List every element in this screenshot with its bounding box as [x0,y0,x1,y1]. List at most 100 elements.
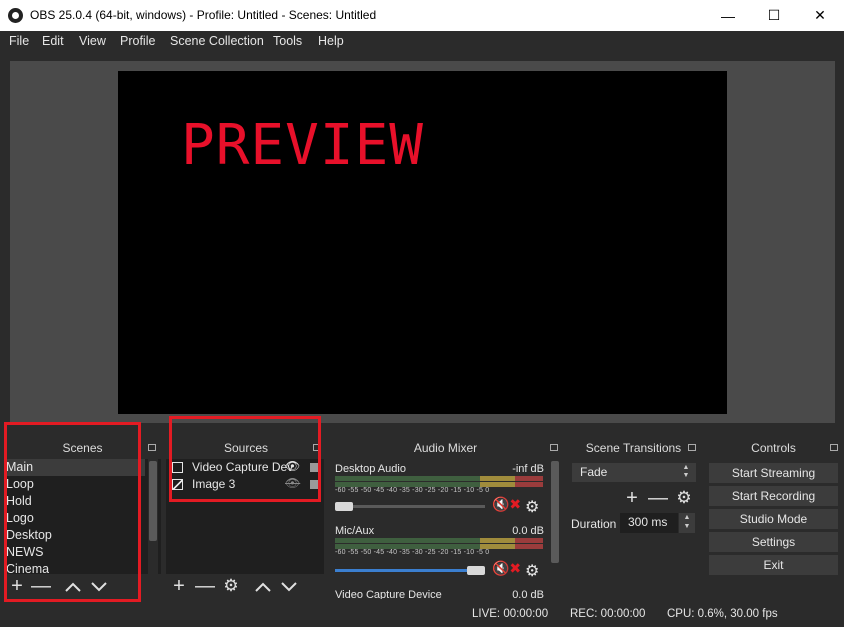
audio-mixer-dock-label: Audio Mixer [413,441,478,455]
scene-item[interactable]: Main [5,459,145,476]
add-transition-button[interactable]: + [621,486,643,510]
sources-list[interactable]: Video Capture Dev 👁 Image 3 👁 [166,459,324,574]
menu-bar: File Edit View Profile Scene Collection … [0,31,844,52]
mixer-channel-db: 0.0 dB [512,525,544,537]
move-source-down-button[interactable] [278,574,300,598]
scene-item[interactable]: NEWS [6,544,44,561]
cpu-fps-status: CPU: 0.6%, 30.00 fps [667,608,778,620]
scenes-scrollbar[interactable] [148,459,158,574]
camera-icon [172,462,183,473]
move-scene-down-button[interactable] [88,574,110,598]
transitions-dock-label: Scene Transitions [585,441,682,455]
transition-properties-gear-icon[interactable]: ⚙ [673,486,695,510]
lock-icon[interactable] [310,463,318,472]
source-label: Image 3 [192,477,236,491]
exit-button[interactable]: Exit [709,555,838,575]
move-source-up-button[interactable] [252,574,274,598]
scenes-scroll-thumb[interactable] [149,461,157,541]
meter-ticks: -60 -55 -50 -45 -40 -35 -30 -25 -20 -15 … [335,487,490,494]
scene-item[interactable]: Hold [6,493,32,510]
sources-dock-title: Sources [167,438,325,458]
mixer-gear-icon[interactable]: ⚙ [525,561,539,581]
audio-mixer-panel: Desktop Audio -inf dB -60 -55 -50 -45 -4… [329,459,562,599]
muted-speaker-icon[interactable]: 🔇✖ [492,496,521,513]
menu-view[interactable]: View [79,34,106,48]
menu-scene-collection[interactable]: Scene Collection [170,34,264,48]
lock-icon[interactable] [310,480,318,489]
source-properties-gear-icon[interactable]: ⚙ [220,574,242,598]
scenes-dock-label: Scenes [62,441,103,455]
duration-input[interactable]: 300 ms [620,513,678,533]
duration-label: Duration [571,517,617,531]
sources-dock-label: Sources [223,441,269,455]
add-source-button[interactable]: + [168,574,190,598]
scene-item[interactable]: Loop [6,476,34,493]
transition-select-value: Fade [580,465,608,479]
mixer-channel-db: 0.0 dB [512,589,544,599]
obs-logo-icon [8,8,23,23]
mixer-channel-name: Video Capture Device [335,589,442,599]
live-timer: LIVE: 00:00:00 [472,608,549,620]
menu-help[interactable]: Help [318,34,344,48]
menu-tools[interactable]: Tools [273,34,302,48]
volume-slider[interactable] [335,505,485,508]
dock-float-icon[interactable] [550,444,558,451]
mixer-channel-name: Desktop Audio [335,463,406,475]
dock-float-icon[interactable] [688,444,696,451]
add-scene-button[interactable]: + [6,574,28,598]
volume-slider[interactable] [335,569,485,572]
dock-float-icon[interactable] [830,444,838,451]
source-label: Video Capture Dev [192,460,294,474]
menu-profile[interactable]: Profile [120,34,155,48]
transition-dropdown-arrows[interactable]: ▲ ▼ [678,464,694,481]
minimize-button[interactable]: — [705,0,751,31]
duration-value: 300 ms [628,515,668,529]
controls-dock-title: Controls [705,438,842,458]
mixer-scroll-thumb[interactable] [551,461,559,563]
scenes-toolbar: + — [5,574,161,598]
mixer-channel-db: -inf dB [512,463,544,475]
meter-ticks: -60 -55 -50 -45 -40 -35 -30 -25 -20 -15 … [335,549,490,556]
volume-slider-handle[interactable] [467,566,485,575]
controls-dock-label: Controls [751,441,796,455]
scene-item[interactable]: Cinema [6,561,49,574]
title-bar: OBS 25.0.4 (64-bit, windows) - Profile: … [0,0,844,31]
rec-timer: REC: 00:00:00 [570,608,646,620]
remove-source-button[interactable]: — [194,574,216,598]
dock-float-icon[interactable] [148,444,156,451]
remove-scene-button[interactable]: — [30,574,52,598]
mixer-scrollbar[interactable] [550,459,560,599]
dock-float-icon[interactable] [313,444,321,451]
sources-toolbar: + — ⚙ [166,574,324,598]
visibility-eye-icon[interactable]: 👁 [285,459,300,473]
move-scene-up-button[interactable] [62,574,84,598]
window-title: OBS 25.0.4 (64-bit, windows) - Profile: … [30,8,377,22]
maximize-button[interactable]: ☐ [751,0,797,31]
preview-canvas[interactable]: PREVIEW [118,71,727,414]
volume-slider-handle[interactable] [335,502,353,511]
close-button[interactable]: ✕ [797,0,843,31]
menu-edit[interactable]: Edit [42,34,64,48]
preview-text: PREVIEW [181,113,425,178]
transitions-dock-title: Scene Transitions [567,438,700,458]
preview-area[interactable]: PREVIEW [10,61,835,423]
audio-mixer-dock-title: Audio Mixer [329,438,562,458]
scenes-dock-title: Scenes [5,438,160,458]
studio-mode-button[interactable]: Studio Mode [709,509,838,529]
settings-button[interactable]: Settings [709,532,838,552]
scene-item[interactable]: Logo [6,510,34,527]
image-icon [172,479,183,490]
scene-item[interactable]: Desktop [6,527,52,544]
remove-transition-button[interactable]: — [647,486,669,510]
mixer-channel-name: Mic/Aux [335,525,375,537]
volume-meter [335,538,543,543]
muted-speaker-icon[interactable]: 🔇✖ [492,560,521,577]
start-recording-button[interactable]: Start Recording [709,486,838,506]
start-streaming-button[interactable]: Start Streaming [709,463,838,483]
scenes-list[interactable]: Main Loop Hold Logo Desktop NEWS Cinema [5,459,161,574]
hidden-eye-icon[interactable]: 👁 [285,476,300,490]
obs-main-window: File Edit View Profile Scene Collection … [0,31,844,627]
duration-stepper[interactable]: ▲ ▼ [679,513,695,533]
mixer-gear-icon[interactable]: ⚙ [525,497,539,517]
menu-file[interactable]: File [9,34,29,48]
